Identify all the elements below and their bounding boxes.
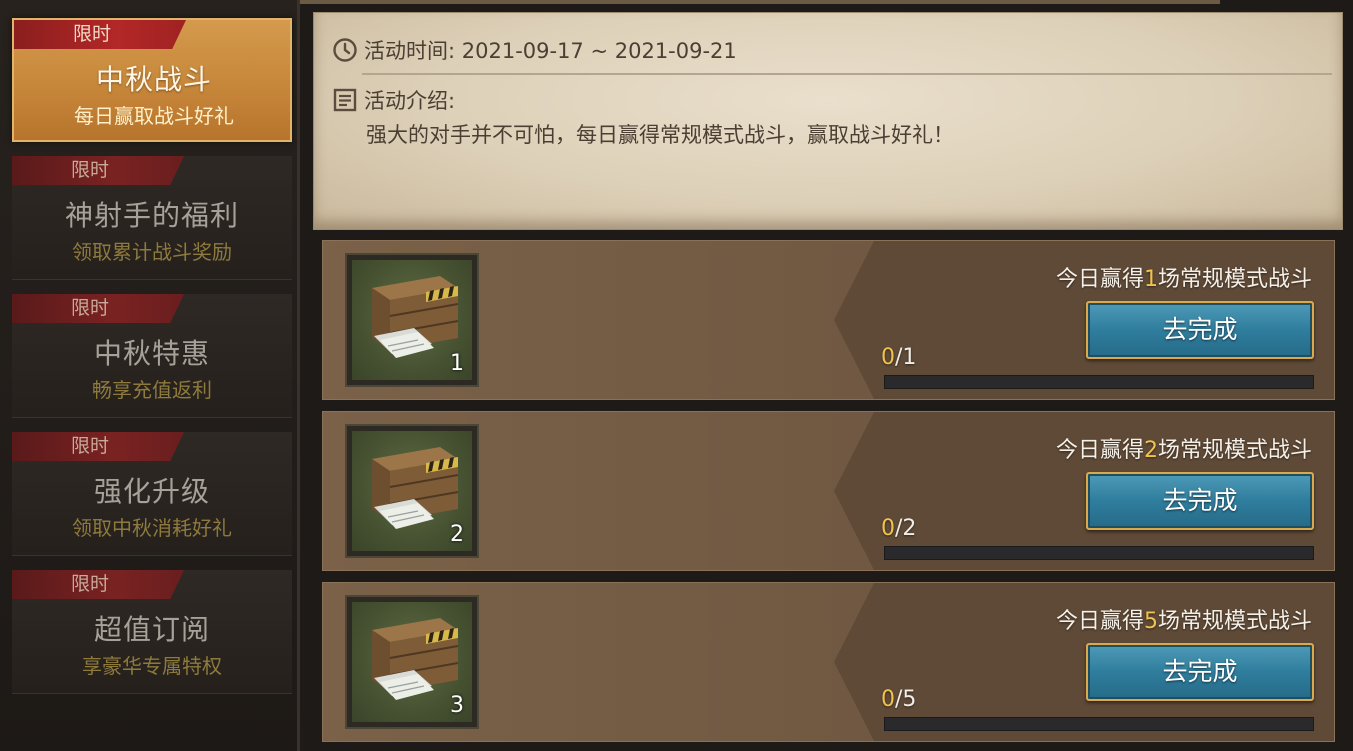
limited-time-tag: 限时 xyxy=(14,20,186,49)
task-label: 今日赢得2场常规模式战斗 xyxy=(1056,432,1312,464)
go-complete-button[interactable]: 去完成 xyxy=(1086,472,1314,530)
sidebar-item-subtitle: 领取累计战斗奖励 xyxy=(72,240,232,264)
sidebar-item-subtitle: 享豪华专属特权 xyxy=(82,654,222,678)
progress-total: /5 xyxy=(895,687,917,712)
task-row: 3 今日赢得5场常规模式战斗 去完成 0/5 xyxy=(322,582,1335,742)
progress-total: /2 xyxy=(895,516,917,541)
reward-slot[interactable]: 2 xyxy=(345,424,479,558)
progress-current: 0 xyxy=(881,345,895,370)
reward-count: 1 xyxy=(450,351,464,376)
progress-bar xyxy=(884,717,1314,731)
progress-text: 0/2 xyxy=(881,516,916,541)
reward-frame: 3 xyxy=(352,602,472,722)
sidebar-item-mid-autumn-battle[interactable]: 限时 中秋战斗 每日赢取战斗好礼 xyxy=(12,18,292,142)
sidebar-item-upgrade[interactable]: 限时 强化升级 领取中秋消耗好礼 xyxy=(12,432,292,556)
sidebar-item-subtitle: 畅享充值返利 xyxy=(92,378,212,402)
event-description: 强大的对手并不可怕，每日赢得常规模式战斗，赢取战斗好礼！ xyxy=(366,123,954,147)
limited-time-tag: 限时 xyxy=(12,570,184,599)
sidebar-item-title: 中秋战斗 xyxy=(95,63,212,96)
reward-count: 3 xyxy=(450,693,464,718)
event-time-row: 活动时间: 2021-09-17 ~ 2021-09-21 xyxy=(332,35,737,65)
task-row: 1 今日赢得1场常规模式战斗 去完成 0/1 xyxy=(322,240,1335,400)
task-label-suffix: 场常规模式战斗 xyxy=(1157,438,1312,463)
task-row: 2 今日赢得2场常规模式战斗 去完成 0/2 xyxy=(322,411,1335,571)
reward-frame: 2 xyxy=(352,431,472,551)
event-info-panel: 活动时间: 2021-09-17 ~ 2021-09-21 活动介绍: 强大的对… xyxy=(313,12,1343,230)
progress-bar xyxy=(884,375,1314,389)
top-frame-strip xyxy=(140,0,1220,4)
reward-slot[interactable]: 1 xyxy=(345,253,479,387)
progress-current: 0 xyxy=(881,687,895,712)
progress-text: 0/5 xyxy=(881,687,916,712)
task-label-prefix: 今日赢得 xyxy=(1055,609,1144,634)
progress-total: /1 xyxy=(895,345,917,370)
sidebar-item-title: 强化升级 xyxy=(93,475,210,508)
clock-icon xyxy=(333,38,357,62)
sidebar-item-subtitle: 每日赢取战斗好礼 xyxy=(74,104,234,128)
supply-crate-icon xyxy=(372,618,459,700)
task-label: 今日赢得1场常规模式战斗 xyxy=(1056,261,1312,293)
document-icon xyxy=(333,88,357,112)
task-target-count: 1 xyxy=(1143,267,1158,292)
sidebar-item-title: 超值订阅 xyxy=(93,613,210,646)
sidebar-item-mid-autumn-deal[interactable]: 限时 中秋特惠 畅享充值返利 xyxy=(12,294,292,418)
task-target-count: 2 xyxy=(1143,438,1158,463)
task-label: 今日赢得5场常规模式战斗 xyxy=(1056,603,1312,635)
limited-time-tag: 限时 xyxy=(12,294,184,323)
event-intro-label: 活动介绍: xyxy=(364,89,456,113)
event-time-text: 活动时间: 2021-09-17 ~ 2021-09-21 xyxy=(364,39,737,63)
sidebar-item-marksman-welfare[interactable]: 限时 神射手的福利 领取累计战斗奖励 xyxy=(12,156,292,280)
sidebar-item-subtitle: 领取中秋消耗好礼 xyxy=(72,516,232,540)
activity-sidebar: 限时 中秋战斗 每日赢取战斗好礼 限时 神射手的福利 领取累计战斗奖励 限时 中… xyxy=(0,0,300,751)
go-complete-button[interactable]: 去完成 xyxy=(1086,643,1314,701)
sidebar-item-subscription[interactable]: 限时 超值订阅 享豪华专属特权 xyxy=(12,570,292,694)
task-target-count: 5 xyxy=(1143,609,1158,634)
task-label-suffix: 场常规模式战斗 xyxy=(1157,609,1312,634)
task-label-suffix: 场常规模式战斗 xyxy=(1157,267,1312,292)
event-intro-row: 活动介绍: xyxy=(332,85,455,115)
task-label-prefix: 今日赢得 xyxy=(1055,438,1144,463)
reward-frame: 1 xyxy=(352,260,472,380)
progress-text: 0/1 xyxy=(881,345,916,370)
sidebar-item-title: 神射手的福利 xyxy=(64,199,239,232)
progress-current: 0 xyxy=(881,516,895,541)
reward-slot[interactable]: 3 xyxy=(345,595,479,729)
progress-bar xyxy=(884,546,1314,560)
go-complete-button[interactable]: 去完成 xyxy=(1086,301,1314,359)
supply-crate-icon xyxy=(372,447,459,529)
limited-time-tag: 限时 xyxy=(12,432,184,461)
supply-crate-icon xyxy=(372,276,459,358)
sidebar-item-title: 中秋特惠 xyxy=(93,337,210,370)
reward-count: 2 xyxy=(450,522,464,547)
limited-time-tag: 限时 xyxy=(12,156,184,185)
info-divider xyxy=(362,73,1332,75)
task-label-prefix: 今日赢得 xyxy=(1055,267,1144,292)
